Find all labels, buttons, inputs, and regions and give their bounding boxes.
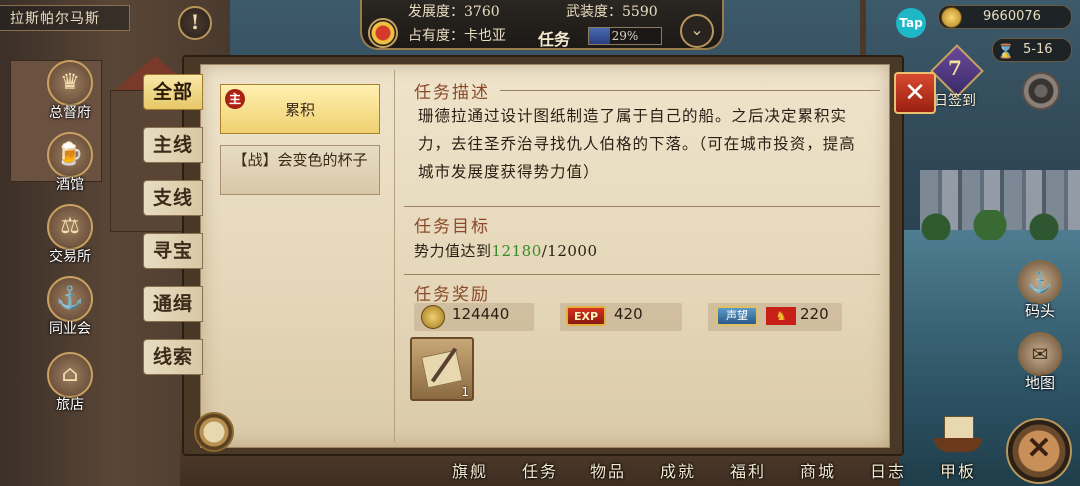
tab-all[interactable]: 全部 [143,74,203,110]
dock-label: 码头 [1024,302,1055,320]
reward-gold: 124440 [452,305,510,323]
quest-title: 【战】会变色的杯子 [232,151,368,169]
compass-icon [194,412,234,452]
description-title: 任务描述 [414,83,490,103]
dock-button[interactable]: ⚓ 码头 [1012,260,1068,321]
crossed-swords-icon[interactable]: ✕ [1006,418,1072,484]
menu-inn[interactable]: ⌂ 旅店 [40,352,100,414]
reward-reputation: 220 [800,305,829,323]
target-title: 任务目标 [414,217,490,237]
target-total: /12000 [541,242,598,260]
divider [500,90,880,91]
map-button[interactable]: ✉ 地图 [1012,332,1068,393]
trees [900,210,1080,240]
reputation-icon: 声望 [716,306,758,326]
gold-coin-icon [421,305,445,329]
menu-label: 交易所 [49,249,91,265]
menu-governor[interactable]: ♛ 总督府 [40,60,100,122]
menu-guild[interactable]: ⚓ 同业会 [40,276,100,338]
nav-items[interactable]: 物品 [590,458,626,482]
divider [404,274,880,275]
chevron-down-icon[interactable]: ⌄ [680,14,714,48]
nav-log[interactable]: 日志 [870,458,906,482]
close-icon[interactable]: ✕ [894,72,936,114]
map-label: 地图 [1024,374,1055,392]
nav-shop[interactable]: 商城 [800,458,836,482]
quest-item-accumulate[interactable]: 主 累积 [220,84,380,134]
gold-value: 9660076 [983,9,1041,24]
gold-coin-icon [941,7,962,28]
tab-clues[interactable]: 线索 [143,339,203,375]
dock-icon: ⚓ [1018,260,1062,304]
reward-item-slot[interactable]: 1 [410,337,474,401]
menu-exchange[interactable]: ⚖ 交易所 [40,204,100,266]
date-value: 5-16 [1023,42,1053,57]
mission-progress-bar: 29% [588,27,662,45]
nav-missions[interactable]: 任务 [522,458,558,482]
tab-side[interactable]: 支线 [143,180,203,216]
menu-label: 同业会 [49,321,91,337]
main-quest-badge: 主 [225,89,245,109]
nav-achievements[interactable]: 成就 [660,458,696,482]
bottom-navigation: 旗舰 任务 物品 成就 福利 商城 日志 甲板 [440,458,1000,486]
city-name[interactable]: 拉斯帕尔马斯 [0,5,130,31]
nation-crest-icon[interactable] [368,18,398,48]
menu-label: 总督府 [49,105,91,121]
gear-icon[interactable] [1022,72,1060,110]
target-prefix: 势力值达到 [414,242,492,260]
ship-icon[interactable] [930,412,986,462]
flag-icon: ♞ [766,307,796,325]
mission-label: 任务 [538,30,571,49]
tab-main[interactable]: 主线 [143,127,203,163]
anchor-icon: ⚓ [47,276,93,322]
daily-checkin-button[interactable]: 7 日签到 [928,44,988,112]
quest-title: 累积 [284,101,315,119]
map-scroll-icon: ✉ [1018,332,1062,376]
beer-mug-icon: 🍺 [47,132,93,178]
divider [404,206,880,207]
gold-counter[interactable]: 9660076 [938,5,1072,29]
tab-treasure[interactable]: 寻宝 [143,233,203,269]
mission-target: 势力值达到12180/12000 [414,240,598,261]
menu-label: 酒馆 [56,177,84,193]
ship-sail [944,416,974,440]
armament-stat: 武装度：5590 [566,4,658,20]
alert-button[interactable]: ! [178,6,212,40]
tab-wanted[interactable]: 通缉 [143,286,203,322]
nav-flagship[interactable]: 旗舰 [452,458,488,482]
daily-label: 日签到 [934,93,976,109]
panel-divider [394,70,395,442]
item-count: 1 [461,385,469,399]
nav-welfare[interactable]: 福利 [730,458,766,482]
menu-label: 旅店 [56,397,84,413]
progress-text: 29% [611,29,639,43]
menu-tavern[interactable]: 🍺 酒馆 [40,132,100,194]
development-stat: 发展度：3760 [408,4,500,20]
reward-exp: 420 [614,305,643,323]
daily-number: 7 [948,56,962,80]
hourglass-icon: ⌛ [997,44,1015,60]
ship-hull [934,438,982,452]
reward-title: 任务奖励 [414,285,490,305]
mission-description: 珊德拉通过设计图纸制造了属于自己的船。之后决定累积实力，去往圣乔治寻找仇人伯格的… [418,107,856,181]
crown-icon: ♛ [47,60,93,106]
taptap-button[interactable]: Tap [896,8,926,38]
basket-icon: ⌂ [47,352,93,398]
date-counter: ⌛ 5-16 [992,38,1072,62]
occupancy-stat: 占有度：卡也亚 [408,28,506,44]
quest-item-cup[interactable]: 【战】会变色的杯子 [220,145,380,195]
target-current: 12180 [491,242,542,260]
exp-icon: EXP [566,306,606,326]
scales-icon: ⚖ [47,204,93,250]
